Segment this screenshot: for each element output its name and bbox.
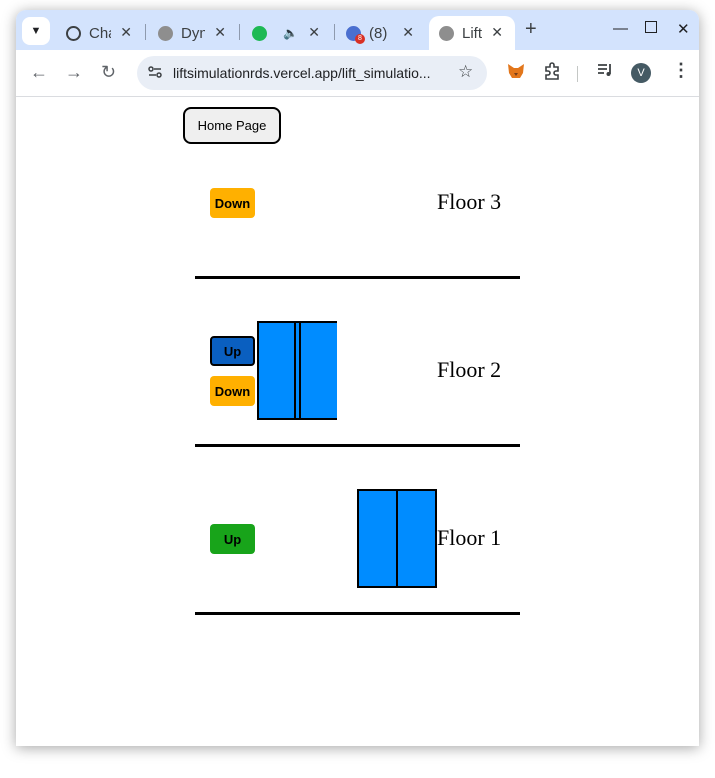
minimize-button[interactable]: —: [613, 20, 628, 37]
tab-title: Dyn: [181, 24, 205, 42]
tab-title: (8): [369, 24, 388, 42]
close-icon[interactable]: ✕: [308, 24, 320, 41]
url-text: liftsimulationrds.vercel.app/lift_simula…: [173, 65, 431, 81]
close-icon: ✕: [677, 21, 690, 38]
forward-button[interactable]: →: [65, 62, 83, 83]
tab-title: Cha: [89, 24, 111, 42]
bookmark-star-icon[interactable]: ☆: [458, 62, 473, 82]
floor-3-divider: [195, 276, 520, 279]
close-icon[interactable]: ✕: [402, 24, 414, 41]
lift-1-left-door: [259, 323, 296, 418]
floor-1-label: Floor 1: [437, 525, 502, 550]
floor-2-down-button[interactable]: Down: [210, 376, 255, 406]
close-icon[interactable]: ✕: [491, 24, 503, 41]
speaker-icon[interactable]: 🔈: [283, 26, 298, 40]
tab-search-button[interactable]: ▼: [22, 17, 50, 45]
tab-1[interactable]: Cha ✕: [56, 16, 144, 50]
tab-4[interactable]: 8 (8) ✕: [336, 16, 426, 50]
page-content: Home Page Down Floor 3 Up Down Floor 2 U…: [16, 97, 699, 746]
floor-3-down-button[interactable]: Down: [210, 188, 255, 218]
floor-3-label: Floor 3: [437, 189, 502, 214]
floor-1-divider: [195, 612, 520, 615]
profile-avatar[interactable]: V: [631, 63, 651, 83]
arrow-right-icon: →: [65, 62, 83, 82]
tab-strip: ▼ Cha ✕ Dyn ✕ 🔈 ✕ 8 (8) ✕: [16, 10, 699, 50]
floor-2-up-button[interactable]: Up: [210, 336, 255, 366]
spotify-icon: [252, 25, 267, 41]
minimize-icon: —: [613, 20, 628, 37]
floor-1-up-button[interactable]: Up: [210, 524, 255, 554]
tab-divider: [334, 24, 335, 40]
site-info-icon[interactable]: [147, 64, 163, 85]
globe-icon: [439, 25, 454, 41]
app-icon: 8: [346, 25, 365, 44]
plus-icon: +: [525, 18, 537, 40]
metamask-icon[interactable]: [506, 61, 526, 86]
tab-5-active[interactable]: Lift ✕: [429, 16, 515, 50]
floor-2-label: Floor 2: [437, 357, 502, 382]
notification-badge: 8: [355, 33, 365, 44]
toolbar: ← → ↻ liftsimulationrds.vercel.app/lift_…: [16, 50, 699, 97]
address-bar[interactable]: liftsimulationrds.vercel.app/lift_simula…: [137, 56, 487, 90]
close-window-button[interactable]: ✕: [677, 20, 690, 38]
menu-kebab-icon[interactable]: ⋮: [672, 60, 690, 81]
reload-button[interactable]: ↻: [101, 62, 116, 83]
close-icon[interactable]: ✕: [214, 24, 226, 41]
tab-divider: [145, 24, 146, 40]
lift-1-right-door: [299, 323, 337, 418]
openai-icon: [66, 25, 81, 41]
home-page-button[interactable]: Home Page: [183, 107, 281, 144]
new-tab-button[interactable]: +: [525, 18, 537, 41]
lift-2-left-door: [359, 491, 398, 586]
tab-3[interactable]: 🔈 ✕: [242, 16, 332, 50]
media-control-icon[interactable]: [596, 61, 614, 84]
arrow-left-icon: ←: [30, 62, 48, 82]
tab-divider: [239, 24, 240, 40]
lift-1: [257, 321, 337, 420]
toolbar-divider: [577, 66, 578, 82]
tab-title: Lift: [462, 24, 483, 42]
close-icon[interactable]: ✕: [120, 24, 132, 41]
globe-icon: [158, 25, 173, 41]
extensions-icon[interactable]: [542, 61, 562, 86]
maximize-icon: [645, 21, 657, 33]
lift-2: [357, 489, 437, 588]
floor-2-divider: [195, 444, 520, 447]
reload-icon: ↻: [101, 62, 117, 82]
back-button[interactable]: ←: [30, 62, 48, 83]
tab-2[interactable]: Dyn ✕: [148, 16, 238, 50]
browser-window: ▼ Cha ✕ Dyn ✕ 🔈 ✕ 8 (8) ✕: [16, 10, 699, 746]
maximize-button[interactable]: [645, 20, 657, 37]
chevron-down-icon: ▼: [30, 25, 42, 37]
